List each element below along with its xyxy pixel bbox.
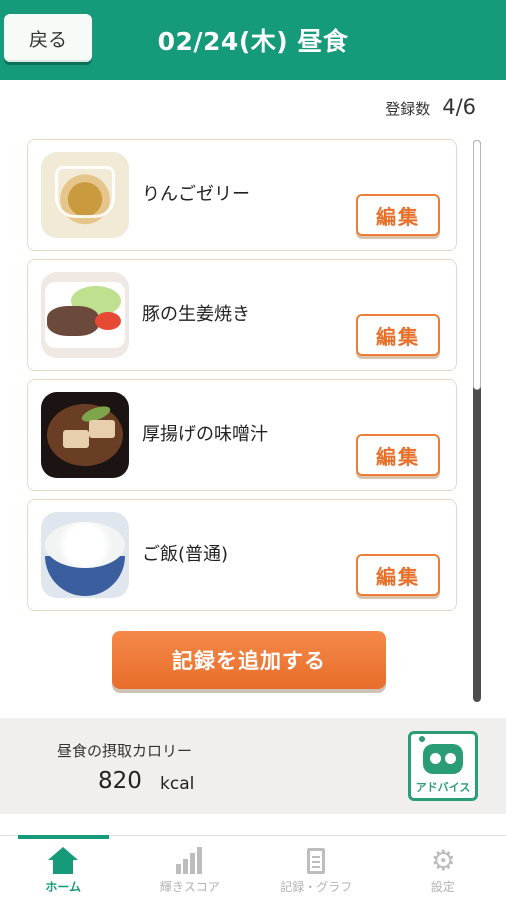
- calorie-label: 昼食の摂取カロリー: [57, 742, 193, 760]
- registration-count: 登録数 4/6: [385, 95, 476, 119]
- calorie-value: 820: [98, 768, 142, 794]
- clipboard-icon: [299, 846, 333, 876]
- food-name: 豚の生姜焼き: [142, 304, 250, 325]
- nav-item-records[interactable]: 記録・グラフ: [253, 836, 380, 900]
- advice-label: アドバイス: [415, 781, 471, 794]
- nav-label: 輝きスコア: [159, 880, 220, 894]
- rice-bowl-photo: [41, 512, 129, 598]
- scrollbar-thumb[interactable]: [473, 140, 481, 390]
- nav-item-score[interactable]: 輝きスコア: [127, 836, 254, 900]
- nav-label: 設定: [430, 880, 455, 894]
- calorie-unit: kcal: [160, 774, 195, 794]
- food-card: ご飯(普通) 編集: [27, 499, 457, 611]
- bottom-nav: ホーム 輝きスコア 記録・グラフ ⚙ 設定: [0, 835, 506, 900]
- food-name: ご飯(普通): [142, 544, 229, 565]
- miso-soup-photo: [41, 392, 129, 478]
- nav-item-home[interactable]: ホーム: [0, 835, 127, 900]
- header-bar: 戻る 02/24(木) 昼食: [0, 0, 506, 80]
- edit-button[interactable]: 編集: [356, 434, 440, 476]
- food-name: りんごゼリー: [142, 184, 250, 205]
- edit-button[interactable]: 編集: [356, 194, 440, 236]
- nav-label: 記録・グラフ: [280, 880, 353, 894]
- food-card: りんごゼリー 編集: [27, 139, 457, 251]
- food-card: 厚揚げの味噌汁 編集: [27, 379, 457, 491]
- home-icon: [46, 846, 80, 876]
- nav-item-settings[interactable]: ⚙ 設定: [380, 836, 506, 900]
- count-value: 4/6: [442, 95, 476, 119]
- ginger-pork-photo: [41, 272, 129, 358]
- gear-icon: ⚙: [430, 844, 456, 877]
- robot-icon: [419, 736, 463, 774]
- food-list: りんごゼリー 編集 豚の生姜焼き 編集 厚揚げの味噌汁 編集 ご飯(普通) 編集: [27, 139, 457, 619]
- advice-button[interactable]: アドバイス: [408, 731, 478, 801]
- edit-button[interactable]: 編集: [356, 554, 440, 596]
- add-record-button[interactable]: 記録を追加する: [112, 631, 386, 689]
- bar-chart-icon: [173, 846, 207, 876]
- page-title: 02/24(木) 昼食: [157, 27, 349, 56]
- food-card: 豚の生姜焼き 編集: [27, 259, 457, 371]
- nav-label: ホーム: [45, 880, 82, 894]
- edit-button[interactable]: 編集: [356, 314, 440, 356]
- apple-jelly-photo: [41, 152, 129, 238]
- app-screen: 戻る 02/24(木) 昼食 登録数 4/6 りんごゼリー 編集 豚の生姜焼き …: [0, 0, 506, 900]
- food-name: 厚揚げの味噌汁: [142, 424, 268, 445]
- count-label: 登録数: [385, 100, 431, 118]
